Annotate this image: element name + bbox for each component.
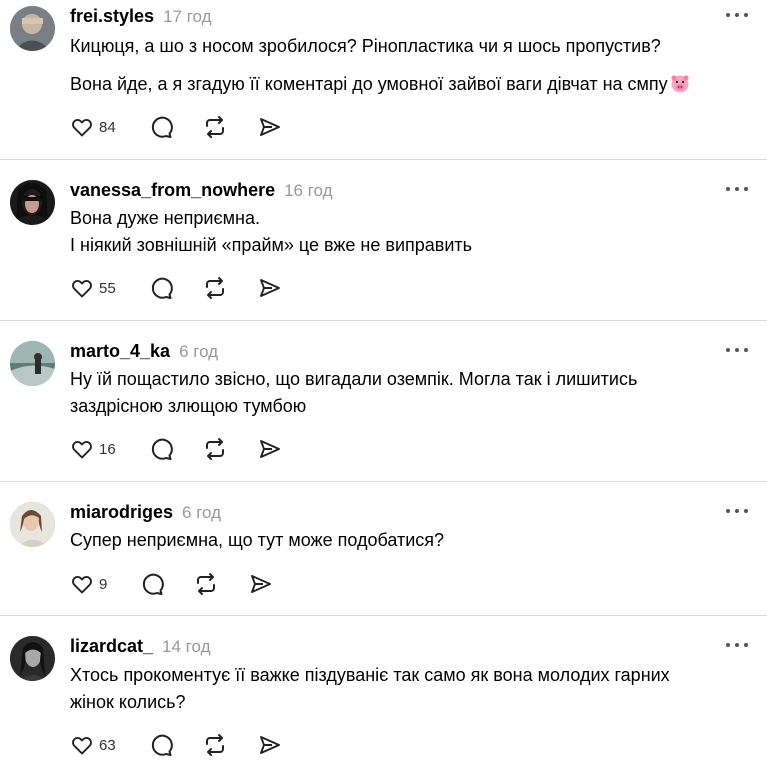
- heart-icon: [72, 119, 92, 137]
- username[interactable]: vanessa_from_nowhere: [70, 180, 275, 201]
- post-time: 14 год: [162, 637, 211, 656]
- comment-text: Супер неприємна, що тут може подобатися?: [70, 527, 750, 554]
- heart-icon: [72, 280, 92, 298]
- repost-icon: [206, 277, 224, 299]
- comment-line: Хтось прокоментує її важке піздуваніє та…: [70, 665, 670, 685]
- share-button[interactable]: [258, 273, 282, 303]
- comment-line: заздрісною злющою тумбою: [70, 396, 307, 416]
- comment-icon: [142, 573, 164, 595]
- send-icon: [260, 440, 280, 458]
- like-button[interactable]: 55: [70, 273, 116, 303]
- comment-icon: [151, 438, 173, 460]
- reply-button[interactable]: [148, 730, 174, 760]
- post-time: 6 год: [182, 503, 222, 522]
- repost-icon: [206, 438, 224, 460]
- comment-post: vanessa_from_nowhere 16 год Вона дуже не…: [0, 160, 767, 320]
- more-dots-icon[interactable]: [726, 342, 748, 358]
- send-icon: [251, 575, 271, 593]
- repost-icon: [206, 734, 224, 756]
- heart-icon: [72, 441, 92, 459]
- comment-line: жінок колись?: [70, 692, 186, 712]
- like-count: 63: [99, 736, 116, 754]
- comment-line: Вона дуже неприємна.: [70, 208, 261, 228]
- more-dots-icon[interactable]: [726, 7, 748, 23]
- username[interactable]: marto_4_ka: [70, 341, 170, 362]
- comment-line: Вона йде, а я згадую її коментарі до умо…: [70, 74, 668, 94]
- comment-icon: [151, 277, 173, 299]
- comment-post: miarodriges 6 год Супер неприємна, що ту…: [0, 482, 767, 616]
- repost-icon: [206, 116, 224, 138]
- like-count: 55: [99, 279, 116, 297]
- post-time: 6 год: [179, 342, 219, 361]
- share-button[interactable]: [258, 434, 282, 464]
- repost-button[interactable]: [193, 569, 219, 599]
- repost-button[interactable]: [202, 730, 228, 760]
- comment-post: lizardcat_ 14 год Хтось прокоментує її в…: [0, 616, 767, 775]
- comment-line: Кицюця, а шо з носом зробилося? Ріноплас…: [70, 36, 661, 56]
- like-count: 84: [99, 118, 116, 136]
- repost-icon: [197, 573, 215, 595]
- repost-button[interactable]: [202, 434, 228, 464]
- avatar[interactable]: [10, 502, 55, 547]
- reply-button[interactable]: [148, 273, 174, 303]
- comment-line: І ніякий зовнішній «прайм» це вже не вип…: [70, 235, 473, 255]
- like-button[interactable]: 84: [70, 112, 116, 142]
- pig-face-icon: [671, 75, 689, 93]
- comment-icon: [151, 116, 173, 138]
- like-count: 16: [99, 440, 116, 458]
- avatar[interactable]: [10, 180, 55, 225]
- username[interactable]: miarodriges: [70, 502, 173, 523]
- more-dots-icon[interactable]: [726, 503, 748, 519]
- username[interactable]: frei.styles: [70, 6, 154, 27]
- avatar[interactable]: [10, 636, 55, 681]
- comments-feed: frei.styles 17 год Кицюця, а шо з носом …: [0, 0, 767, 775]
- comment-text: Кицюця, а шо з носом зробилося? Ріноплас…: [70, 33, 750, 60]
- post-time: 17 год: [163, 7, 212, 26]
- comment-text: Вона йде, а я згадую її коментарі до умо…: [70, 71, 750, 98]
- comment-icon: [151, 734, 173, 756]
- send-icon: [260, 736, 280, 754]
- comment-line: Ну їй пощастило звісно, що вигадали озем…: [70, 369, 638, 389]
- comment-post: frei.styles 17 год Кицюця, а шо з носом …: [0, 0, 767, 160]
- more-dots-icon[interactable]: [726, 637, 748, 653]
- like-button[interactable]: 9: [70, 569, 107, 599]
- heart-icon: [72, 737, 92, 755]
- heart-icon: [72, 576, 92, 594]
- send-icon: [260, 118, 280, 136]
- post-time: 16 год: [284, 181, 333, 200]
- comment-text: Ну їй пощастило звісно, що вигадали озем…: [70, 366, 750, 420]
- reply-button[interactable]: [139, 569, 165, 599]
- avatar[interactable]: [10, 6, 55, 51]
- avatar[interactable]: [10, 341, 55, 386]
- share-button[interactable]: [258, 730, 282, 760]
- comment-line: Супер неприємна, що тут може подобатися?: [70, 530, 445, 550]
- comment-text: Хтось прокоментує її важке піздуваніє та…: [70, 662, 750, 716]
- more-dots-icon[interactable]: [726, 181, 748, 197]
- comment-text: Вона дуже неприємна. І ніякий зовнішній …: [70, 205, 750, 259]
- reply-button[interactable]: [148, 434, 174, 464]
- send-icon: [260, 279, 280, 297]
- repost-button[interactable]: [202, 273, 228, 303]
- like-button[interactable]: 63: [70, 730, 116, 760]
- username[interactable]: lizardcat_: [70, 636, 153, 657]
- comment-post: marto_4_ka 6 год Ну їй пощастило звісно,…: [0, 321, 767, 481]
- like-count: 9: [99, 575, 108, 593]
- share-button[interactable]: [249, 569, 273, 599]
- reply-button[interactable]: [148, 112, 174, 142]
- share-button[interactable]: [258, 112, 282, 142]
- repost-button[interactable]: [202, 112, 228, 142]
- like-button[interactable]: 16: [70, 434, 116, 464]
